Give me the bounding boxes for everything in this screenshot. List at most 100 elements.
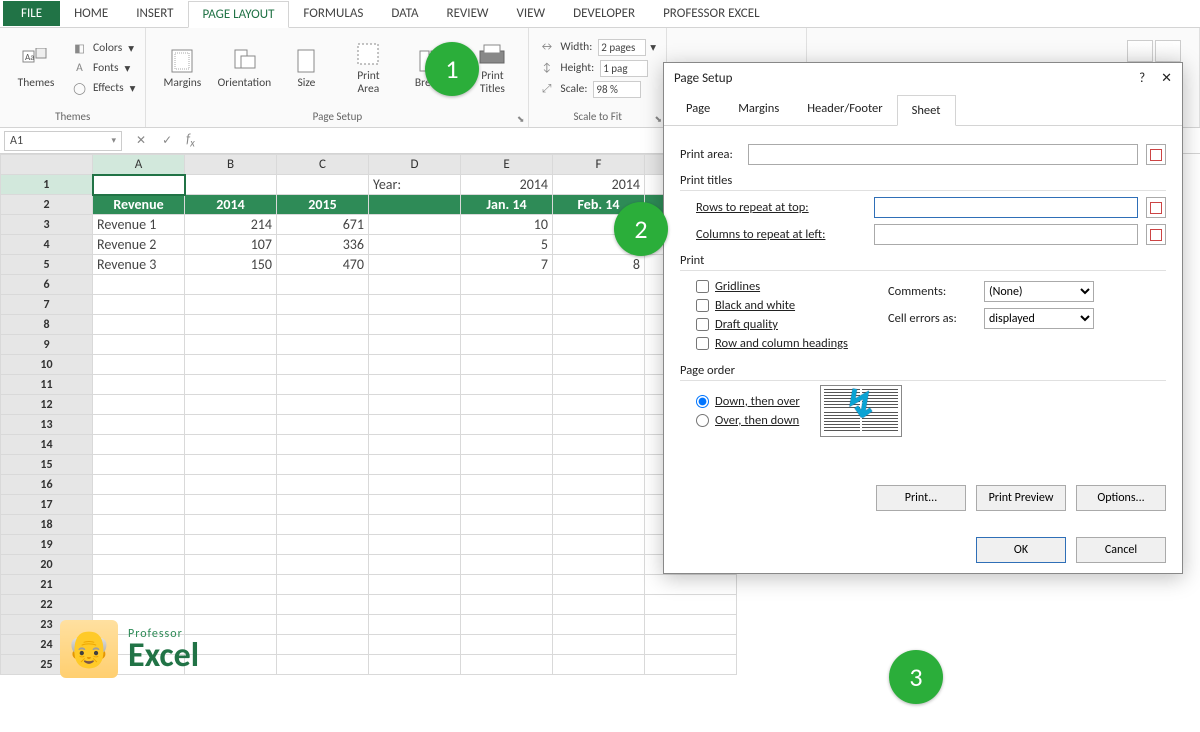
ok-button[interactable]: OK [976, 537, 1066, 563]
orientation-button[interactable]: Orientation [216, 45, 272, 92]
cell-c3[interactable]: 671 [277, 215, 369, 235]
width-icon: ↔ [539, 40, 554, 54]
dlg-tab-sheet[interactable]: Sheet [897, 95, 956, 126]
col-f[interactable]: F [553, 155, 645, 175]
tab-insert[interactable]: INSERT [122, 1, 187, 26]
tab-formulas[interactable]: FORMULAS [289, 1, 377, 26]
tab-home[interactable]: HOME [60, 1, 122, 26]
row-3[interactable]: 3 [1, 215, 93, 235]
height-row[interactable]: ↕Height: 1 pag [537, 59, 658, 78]
width-row[interactable]: ↔Width: 2 pages ▾ [537, 38, 658, 57]
rows-repeat-label: Rows to repeat at top: [696, 200, 866, 215]
row-1[interactable]: 1 [1, 175, 93, 195]
size-button[interactable]: Size [278, 45, 334, 92]
tab-developer[interactable]: DEVELOPER [559, 1, 649, 26]
cancel-button[interactable]: Cancel [1076, 537, 1166, 563]
page-order-preview-icon: ↯ [820, 385, 902, 437]
dlg-tab-margins[interactable]: Margins [724, 94, 793, 125]
tab-view[interactable]: VIEW [503, 1, 560, 26]
row-2[interactable]: 2 [1, 195, 93, 215]
tab-review[interactable]: REVIEW [433, 1, 503, 26]
cell-d1[interactable]: Year: [369, 175, 461, 195]
themes-button[interactable]: Aa Themes [8, 45, 64, 92]
fonts-btn[interactable]: AFonts ▾ [70, 59, 137, 77]
rowcol-check[interactable] [696, 337, 709, 350]
effects-icon: ◯ [72, 81, 87, 95]
dialog-close-icon[interactable]: ✕ [1161, 71, 1172, 86]
dialog-title: Page Setup [674, 71, 732, 86]
dlg-tab-page[interactable]: Page [672, 94, 724, 125]
print-titles-section: Print titles [680, 173, 1166, 191]
scale-launcher-icon[interactable]: ⬊ [655, 114, 663, 125]
colors-btn[interactable]: ◧Colors ▾ [70, 39, 137, 57]
select-all-corner[interactable] [1, 155, 93, 175]
print-titles-icon [477, 40, 507, 68]
name-box[interactable]: A1 [4, 131, 122, 151]
cell-a1[interactable] [93, 175, 185, 195]
margins-button[interactable]: Margins [154, 45, 210, 92]
cell-c4[interactable]: 336 [277, 235, 369, 255]
dlg-tab-headerfooter[interactable]: Header/Footer [793, 94, 896, 125]
page-setup-launcher-icon[interactable]: ⬊ [517, 114, 525, 125]
cell-e2[interactable]: Jan. 14 [461, 195, 553, 215]
professor-excel-logo: 👴 Professor Excel [60, 620, 199, 678]
dialog-help-icon[interactable]: ? [1139, 71, 1145, 86]
comments-select[interactable]: (None) [984, 281, 1094, 302]
cell-a5[interactable]: Revenue 3 [93, 255, 185, 275]
cell-b3[interactable]: 214 [185, 215, 277, 235]
over-down-radio[interactable] [696, 414, 709, 427]
cell-b4[interactable]: 107 [185, 235, 277, 255]
cell-c2[interactable]: 2015 [277, 195, 369, 215]
options-button[interactable]: Options... [1076, 485, 1166, 511]
cell-b5[interactable]: 150 [185, 255, 277, 275]
cell-c5[interactable]: 470 [277, 255, 369, 275]
print-area-input[interactable] [748, 144, 1138, 165]
col-b[interactable]: B [185, 155, 277, 175]
cell-a2[interactable]: Revenue [93, 195, 185, 215]
cols-repeat-input[interactable] [874, 224, 1138, 245]
row-5[interactable]: 5 [1, 255, 93, 275]
col-d[interactable]: D [369, 155, 461, 175]
comments-label: Comments: [888, 284, 978, 299]
print-area-button[interactable]: Print Area [340, 38, 396, 97]
gridlines-check[interactable] [696, 280, 709, 293]
effects-btn[interactable]: ◯Effects ▾ [70, 79, 137, 97]
fx-icon[interactable]: fx [180, 132, 201, 150]
callout-1: 1 [425, 42, 479, 96]
cols-repeat-range-icon[interactable] [1146, 224, 1166, 245]
col-c[interactable]: C [277, 155, 369, 175]
tab-file[interactable]: FILE [3, 1, 60, 26]
cellerrors-select[interactable]: displayed [984, 308, 1094, 329]
cell-f1[interactable]: 2014 [553, 175, 645, 195]
bw-check[interactable] [696, 299, 709, 312]
cell-e1[interactable]: 2014 [461, 175, 553, 195]
draft-check[interactable] [696, 318, 709, 331]
svg-text:Aa: Aa [25, 52, 35, 63]
cell-a3[interactable]: Revenue 1 [93, 215, 185, 235]
cancel-fx-icon[interactable]: ✕ [128, 133, 154, 148]
tab-professor-excel[interactable]: PROFESSOR EXCEL [649, 1, 773, 26]
cell-a4[interactable]: Revenue 2 [93, 235, 185, 255]
print-area-range-icon[interactable] [1146, 144, 1166, 165]
rows-repeat-range-icon[interactable] [1146, 197, 1166, 218]
tab-data[interactable]: DATA [377, 1, 432, 26]
cell-e4[interactable]: 5 [461, 235, 553, 255]
cell-f5[interactable]: 8 [553, 255, 645, 275]
cell-e5[interactable]: 7 [461, 255, 553, 275]
print-section: Print [680, 253, 1166, 271]
col-a[interactable]: A [93, 155, 185, 175]
height-icon: ↕ [539, 61, 554, 75]
print-button[interactable]: Print... [876, 485, 966, 511]
enter-fx-icon[interactable]: ✓ [154, 133, 180, 148]
print-preview-button[interactable]: Print Preview [976, 485, 1066, 511]
down-over-radio[interactable] [696, 395, 709, 408]
cell-b2[interactable]: 2014 [185, 195, 277, 215]
tab-page-layout[interactable]: PAGE LAYOUT [188, 1, 290, 28]
col-e[interactable]: E [461, 155, 553, 175]
cellerrors-label: Cell errors as: [888, 311, 978, 326]
rows-repeat-input[interactable] [874, 197, 1138, 218]
dialog-titlebar[interactable]: Page Setup ? ✕ [664, 63, 1182, 94]
scale-row[interactable]: ⤢Scale: 98 % [537, 80, 658, 99]
cell-e3[interactable]: 10 [461, 215, 553, 235]
row-4[interactable]: 4 [1, 235, 93, 255]
